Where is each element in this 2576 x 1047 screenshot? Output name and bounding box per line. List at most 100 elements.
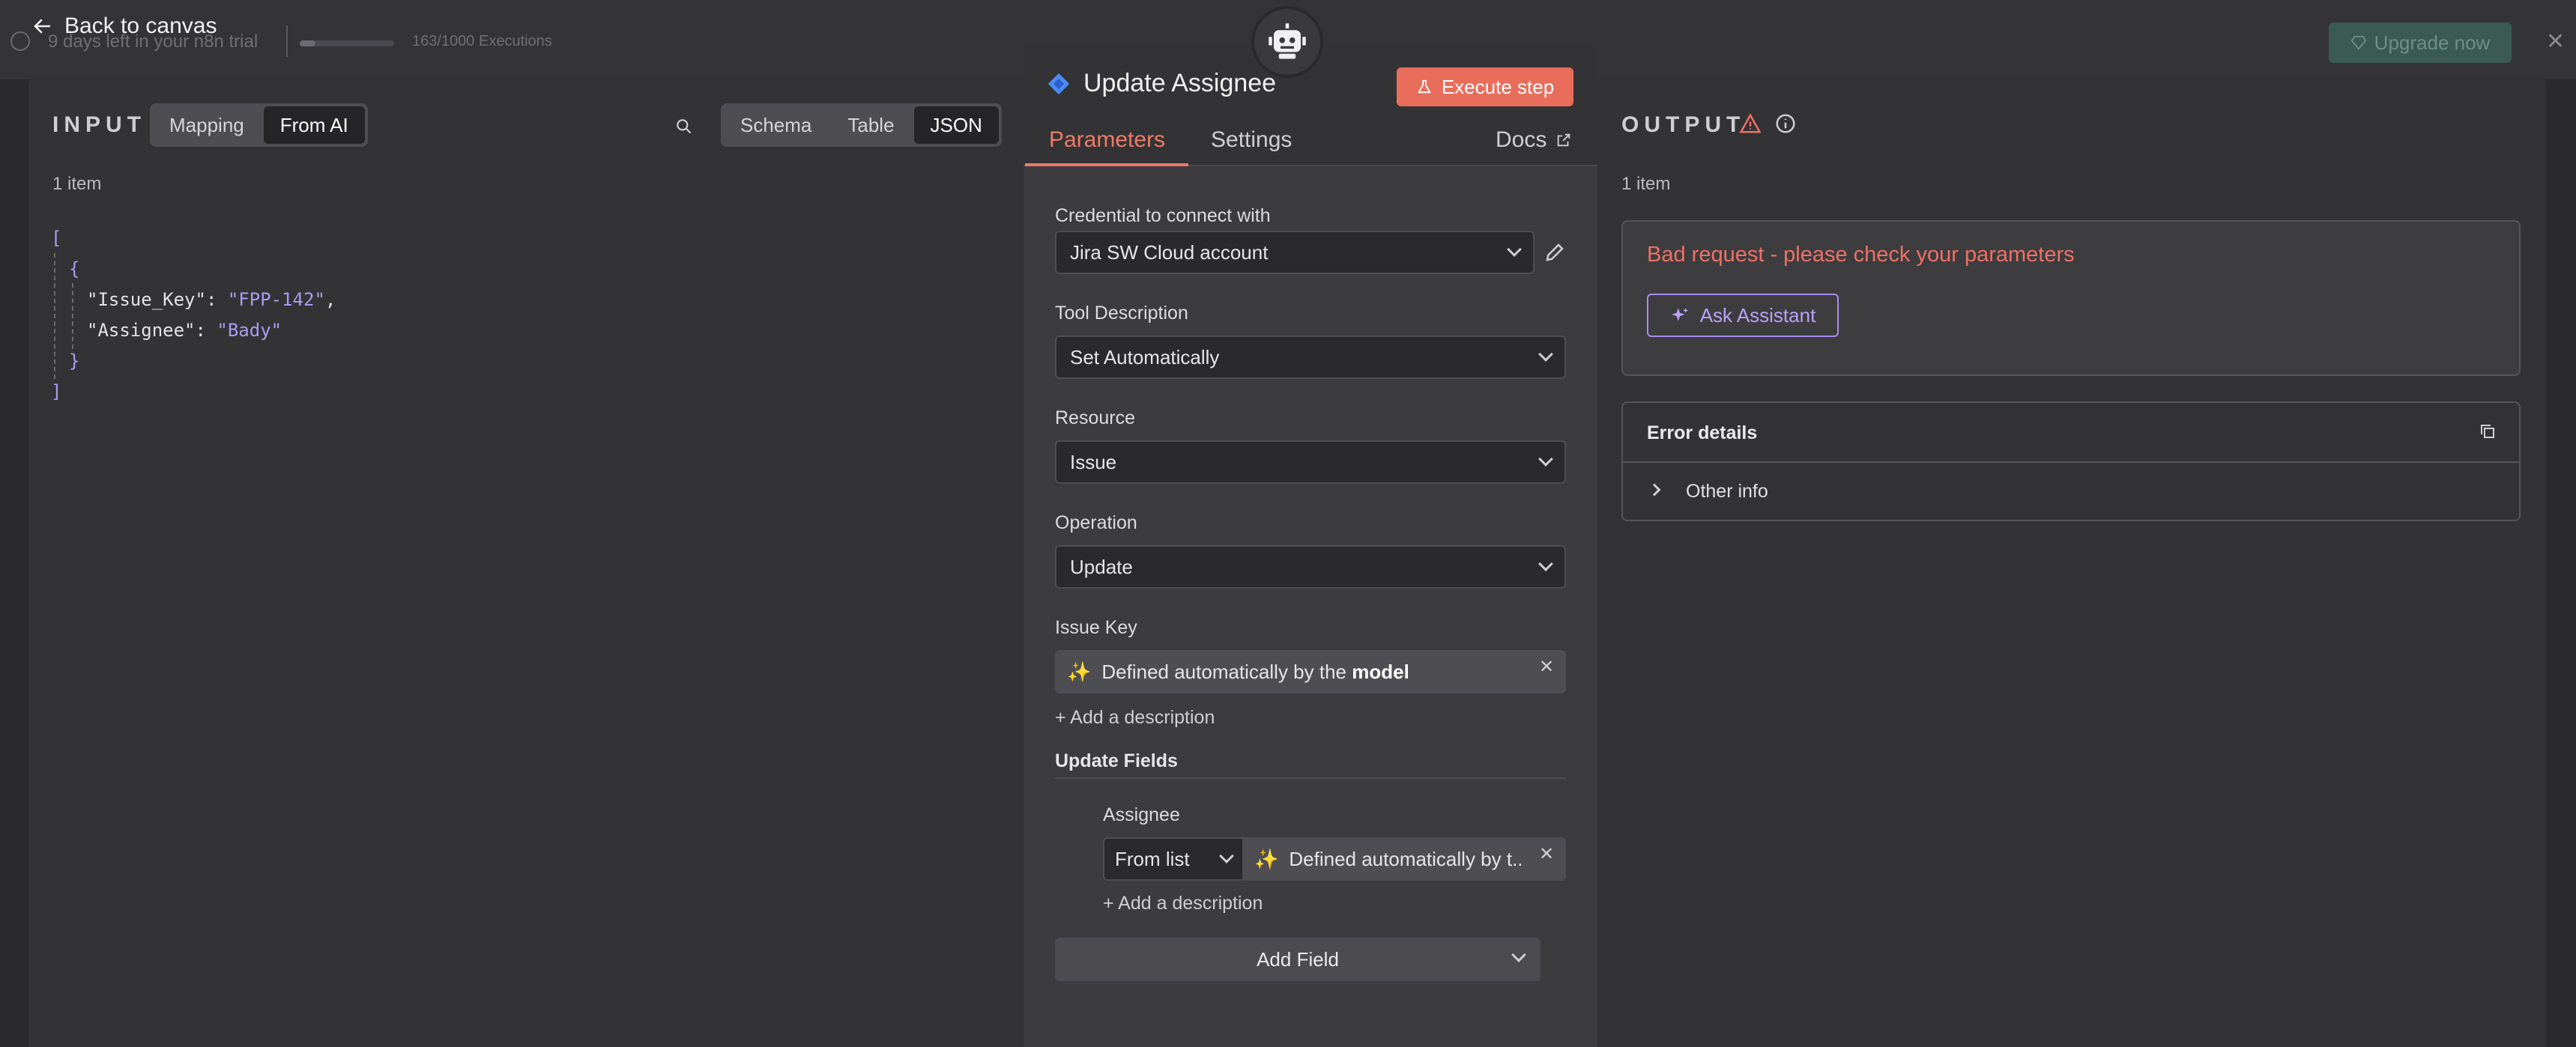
copy-icon[interactable] bbox=[2479, 422, 2497, 440]
chevron-down-icon bbox=[1219, 849, 1234, 864]
clear-assignee-icon[interactable]: ✕ bbox=[1539, 843, 1554, 865]
from-ai-tab[interactable]: From AI bbox=[263, 106, 365, 144]
warning-icon bbox=[1739, 113, 1762, 133]
arrow-left-icon bbox=[34, 19, 50, 34]
json-line: "Assignee": "Bady" bbox=[87, 320, 282, 341]
resource-value: Issue bbox=[1070, 450, 1117, 473]
assignee-label: Assignee bbox=[1103, 804, 1180, 825]
pencil-icon[interactable] bbox=[1544, 241, 1566, 264]
error-message: Bad request - please check your paramete… bbox=[1647, 243, 2075, 267]
input-item-count: 1 item bbox=[52, 174, 102, 194]
sparkle-icon: ✨ bbox=[1254, 847, 1279, 870]
chevron-down-icon bbox=[1538, 452, 1553, 467]
chevron-down-icon bbox=[1507, 242, 1522, 257]
output-title: OUTPUT bbox=[1621, 112, 1746, 137]
sparkle-icon bbox=[1671, 308, 1688, 321]
clock-icon bbox=[10, 31, 30, 51]
json-line: "Issue_Key": "FPP-142", bbox=[87, 289, 336, 310]
tool-description-value: Set Automatically bbox=[1070, 345, 1220, 368]
tab-settings[interactable]: Settings bbox=[1211, 127, 1292, 153]
node-settings-panel: Update Assignee Execute step Parameters … bbox=[1024, 43, 1597, 1047]
other-info-toggle[interactable]: Other info bbox=[1686, 481, 1768, 503]
operation-select[interactable]: Update bbox=[1055, 545, 1566, 589]
back-to-canvas-button[interactable]: Back to canvas bbox=[31, 13, 217, 39]
error-details-title: Error details bbox=[1647, 422, 1758, 443]
upgrade-label: Upgrade now bbox=[2374, 31, 2491, 54]
credential-value: Jira SW Cloud account bbox=[1070, 240, 1269, 264]
credential-select[interactable]: Jira SW Cloud account bbox=[1055, 231, 1535, 274]
operation-value: Update bbox=[1070, 555, 1133, 578]
assignee-mode-select[interactable]: From list bbox=[1103, 837, 1242, 881]
back-to-canvas-label: Back to canvas bbox=[64, 13, 217, 38]
update-fields-title: Update Fields bbox=[1055, 750, 1178, 771]
chevron-down-icon bbox=[1511, 947, 1526, 962]
schema-tab[interactable]: Schema bbox=[724, 106, 828, 144]
json-line: { bbox=[69, 258, 80, 279]
jira-icon bbox=[1047, 73, 1070, 94]
assignee-ai-text: Defined automatically by t... bbox=[1289, 847, 1521, 870]
add-field-label: Add Field bbox=[1257, 947, 1339, 971]
executions-progress-fill bbox=[300, 40, 315, 46]
execute-step-label: Execute step bbox=[1441, 75, 1555, 98]
error-details: Error details Other info bbox=[1621, 401, 2521, 521]
node-title: Update Assignee bbox=[1046, 69, 1276, 98]
json-line: ] bbox=[51, 381, 62, 402]
assignee-field[interactable]: ✨ Defined automatically by t... bbox=[1242, 837, 1566, 881]
error-box: Bad request - please check your paramete… bbox=[1621, 220, 2521, 376]
add-description-link[interactable]: + Add a description bbox=[1103, 893, 1263, 914]
divider bbox=[1055, 777, 1566, 779]
chevron-down-icon bbox=[1538, 556, 1553, 571]
upgrade-button[interactable]: Upgrade now bbox=[2329, 22, 2512, 63]
info-icon[interactable] bbox=[1774, 112, 1797, 135]
tool-description-label: Tool Description bbox=[1055, 303, 1188, 324]
docs-label: Docs bbox=[1496, 127, 1547, 152]
chevron-down-icon bbox=[1538, 347, 1553, 362]
divider bbox=[286, 25, 288, 57]
json-line: } bbox=[69, 350, 80, 371]
canvas-background bbox=[2546, 79, 2576, 1047]
add-field-button[interactable]: Add Field bbox=[1055, 938, 1541, 981]
external-link-icon bbox=[1558, 133, 1570, 147]
json-indent-guide bbox=[72, 283, 73, 349]
mapping-tab[interactable]: Mapping bbox=[153, 106, 261, 144]
resource-label: Resource bbox=[1055, 407, 1135, 428]
diamond-icon bbox=[2350, 35, 2366, 50]
sparkle-icon: ✨ bbox=[1067, 660, 1092, 683]
input-mode-toggle: Mapping From AI bbox=[150, 103, 368, 147]
ask-assistant-label: Ask Assistant bbox=[1699, 303, 1816, 327]
issue-key-label: Issue Key bbox=[1055, 617, 1137, 638]
docs-link[interactable]: Docs bbox=[1496, 127, 1572, 153]
executions-count: 163/1000 Executions bbox=[412, 33, 552, 49]
active-tab-indicator bbox=[1025, 163, 1188, 166]
table-tab[interactable]: Table bbox=[831, 106, 910, 144]
executions-progress bbox=[300, 40, 394, 46]
json-line: [ bbox=[51, 228, 62, 249]
divider bbox=[1623, 461, 2519, 463]
tool-description-select[interactable]: Set Automatically bbox=[1055, 336, 1566, 379]
ai-agent-badge bbox=[1251, 6, 1323, 78]
node-title-text: Update Assignee bbox=[1083, 69, 1277, 97]
clear-issue-key-icon[interactable]: ✕ bbox=[1539, 656, 1554, 678]
credential-label: Credential to connect with bbox=[1055, 205, 1271, 226]
input-view-toggle: Schema Table JSON bbox=[721, 103, 1002, 147]
resource-select[interactable]: Issue bbox=[1055, 440, 1566, 484]
operation-label: Operation bbox=[1055, 512, 1137, 533]
json-tab[interactable]: JSON bbox=[913, 106, 999, 144]
chevron-right-icon[interactable] bbox=[1648, 483, 1661, 497]
output-item-count: 1 item bbox=[1621, 174, 1671, 194]
search-icon[interactable] bbox=[674, 117, 694, 136]
issue-key-field[interactable]: ✨ Defined automatically by the model bbox=[1055, 650, 1566, 694]
flask-icon bbox=[1417, 79, 1431, 94]
assignee-mode-value: From list bbox=[1115, 847, 1190, 870]
robot-icon bbox=[1269, 23, 1306, 59]
input-title: INPUT bbox=[52, 112, 146, 137]
tab-parameters[interactable]: Parameters bbox=[1049, 127, 1165, 153]
json-indent-guide bbox=[54, 253, 55, 379]
output-panel: OUTPUT 1 item Bad request - please check… bbox=[1594, 78, 2546, 1047]
add-description-link[interactable]: + Add a description bbox=[1055, 707, 1215, 729]
json-view: [ { "Issue_Key": "FPP-142", "Assignee": … bbox=[51, 223, 336, 407]
execute-step-button[interactable]: Execute step bbox=[1397, 67, 1573, 106]
issue-key-ai-text: Defined automatically by the model bbox=[1101, 660, 1409, 683]
ask-assistant-button[interactable]: Ask Assistant bbox=[1647, 294, 1839, 337]
close-icon[interactable]: ✕ bbox=[2546, 28, 2565, 55]
